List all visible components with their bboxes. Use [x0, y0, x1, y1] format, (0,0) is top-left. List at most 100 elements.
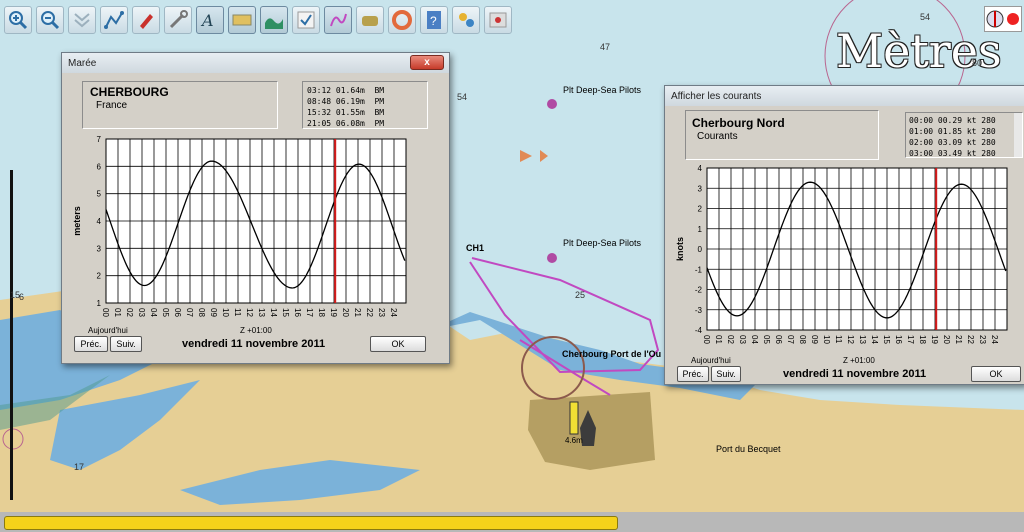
share-icon[interactable] [484, 6, 512, 34]
settings-icon[interactable] [164, 6, 192, 34]
map-label: Plt Deep-Sea Pilots [563, 238, 642, 248]
x-tick-label: 05 [161, 308, 170, 317]
zoom-in-icon[interactable] [4, 6, 32, 34]
map-label: Port du Becquet [716, 444, 781, 454]
ok-button[interactable]: OK [370, 336, 426, 352]
check-icon[interactable] [292, 6, 320, 34]
y-tick-label: -4 [695, 326, 703, 335]
x-tick-label: 21 [353, 308, 362, 317]
y-tick-label: 4 [698, 164, 703, 173]
x-tick-label: 19 [930, 335, 939, 344]
depth-marker [569, 401, 579, 435]
depth-sounding: 54 [457, 92, 468, 102]
tide-chart: 00 01 02 03 04 05 06 07 08 09 10 11 12 13 14 15 16 17 18 19… [72, 135, 407, 317]
x-tick-label: 11 [834, 335, 843, 344]
y-tick-label: 2 [698, 205, 703, 214]
station-name: CHERBOURG [90, 85, 169, 99]
layers-icon[interactable] [68, 6, 96, 34]
y-tick-label: 1 [97, 299, 102, 308]
x-tick-label: 24 [389, 308, 398, 317]
text-icon[interactable]: A [196, 6, 224, 34]
y-tick-label: 4 [97, 217, 102, 226]
y-tick-label: -3 [695, 306, 703, 315]
next-button[interactable]: Suiv. [711, 366, 741, 382]
compass-icon[interactable] [984, 6, 1022, 32]
list-scrollbar[interactable] [1014, 113, 1022, 157]
x-tick-label: 08 [798, 335, 807, 344]
y-axis-label: meters [72, 206, 82, 236]
zoom-out-icon[interactable] [36, 6, 64, 34]
depth-value: 4.6m [565, 436, 583, 445]
x-tick-label: 13 [858, 335, 867, 344]
current-dialog: Afficher les courants Cherbourg Nord Cou… [664, 85, 1024, 385]
station-panel: Cherbourg Nord Courants [685, 110, 879, 160]
next-button[interactable]: Suiv. [110, 336, 142, 352]
pilot-station-marker[interactable] [547, 253, 557, 263]
x-tick-label: 16 [894, 335, 903, 344]
current-entry: 01:00 01.85 kt 280 [909, 127, 996, 136]
close-button[interactable]: x [410, 55, 444, 70]
progress-bar[interactable] [4, 516, 618, 530]
main-toolbar: A ? [0, 0, 1024, 40]
track-icon[interactable] [324, 6, 352, 34]
prev-button[interactable]: Préc. [677, 366, 709, 382]
chart-icon[interactable] [228, 6, 256, 34]
station-country: France [96, 100, 128, 111]
chart-border [10, 170, 13, 500]
lifebuoy-icon[interactable] [388, 6, 416, 34]
y-tick-label: 0 [698, 245, 703, 254]
x-tick-label: 06 [774, 335, 783, 344]
x-tick-label: 02 [125, 308, 134, 317]
y-tick-label: 3 [698, 184, 703, 193]
tide-entry: 08:48 06.19m PM [307, 97, 385, 106]
depth-sounding: 25 [575, 290, 586, 300]
x-tick-label: 07 [185, 308, 194, 317]
y-tick-label: 5 [97, 190, 102, 199]
x-tick-label: 01 [714, 335, 723, 344]
help-icon[interactable]: ? [420, 6, 448, 34]
tide-entry: 03:12 01.64m BM [307, 86, 385, 95]
current-entry: 00:00 00.29 kt 280 [909, 116, 996, 125]
timezone-label: Z +01:00 [240, 326, 272, 335]
x-tick-label: 20 [942, 335, 951, 344]
x-tick-label: 14 [269, 308, 278, 317]
tide-entry: 21:05 06.08m PM [307, 119, 385, 128]
x-tick-label: 09 [810, 335, 819, 344]
print-icon[interactable] [452, 6, 480, 34]
y-axis-label: knots [675, 237, 685, 261]
today-label: Aujourd'hui [88, 326, 128, 335]
x-tick-label: 15 [281, 308, 290, 317]
ok-button[interactable]: OK [971, 366, 1021, 382]
x-tick-label: 23 [377, 308, 386, 317]
current-dialog-title: Afficher les courants [665, 86, 1024, 106]
x-tick-label: 22 [966, 335, 975, 344]
x-tick-label: 04 [750, 335, 759, 344]
status-bar [0, 512, 1024, 532]
x-tick-label: 18 [317, 308, 326, 317]
boat-icon[interactable] [132, 6, 160, 34]
svg-text:A: A [200, 11, 214, 30]
y-tick-label: 6 [97, 162, 102, 171]
current-chart: 00 01 02 03 04 05 06 07 08 09 10 11 12 13 14 15 16 17 18 19… [675, 164, 1008, 344]
svg-text:?: ? [430, 14, 437, 28]
x-tick-label: 00 [702, 335, 711, 344]
prev-button[interactable]: Préc. [74, 336, 108, 352]
tide-icon[interactable] [260, 6, 288, 34]
current-entry: 03:00 03.49 kt 280 [909, 149, 996, 158]
scale-icon[interactable] [356, 6, 384, 34]
y-tick-label: -1 [695, 265, 703, 274]
pilot-station-marker[interactable] [547, 99, 557, 109]
x-tick-label: 13 [257, 308, 266, 317]
x-tick-label: 20 [341, 308, 350, 317]
x-tick-label: 01 [113, 308, 122, 317]
x-tick-label: 12 [846, 335, 855, 344]
route-icon[interactable] [100, 6, 128, 34]
tide-entry: 15:32 01.55m BM [307, 108, 385, 117]
x-tick-label: 17 [906, 335, 915, 344]
current-entry: 02:00 03.09 kt 280 [909, 138, 996, 147]
depth-sounding: 47 [600, 42, 611, 52]
depth-sounding: 17 [74, 462, 85, 472]
x-tick-label: 12 [245, 308, 254, 317]
tide-list: 03:12 01.64m BM 08:48 06.19m PM 15:32 01… [302, 81, 428, 129]
x-tick-label: 10 [221, 308, 230, 317]
